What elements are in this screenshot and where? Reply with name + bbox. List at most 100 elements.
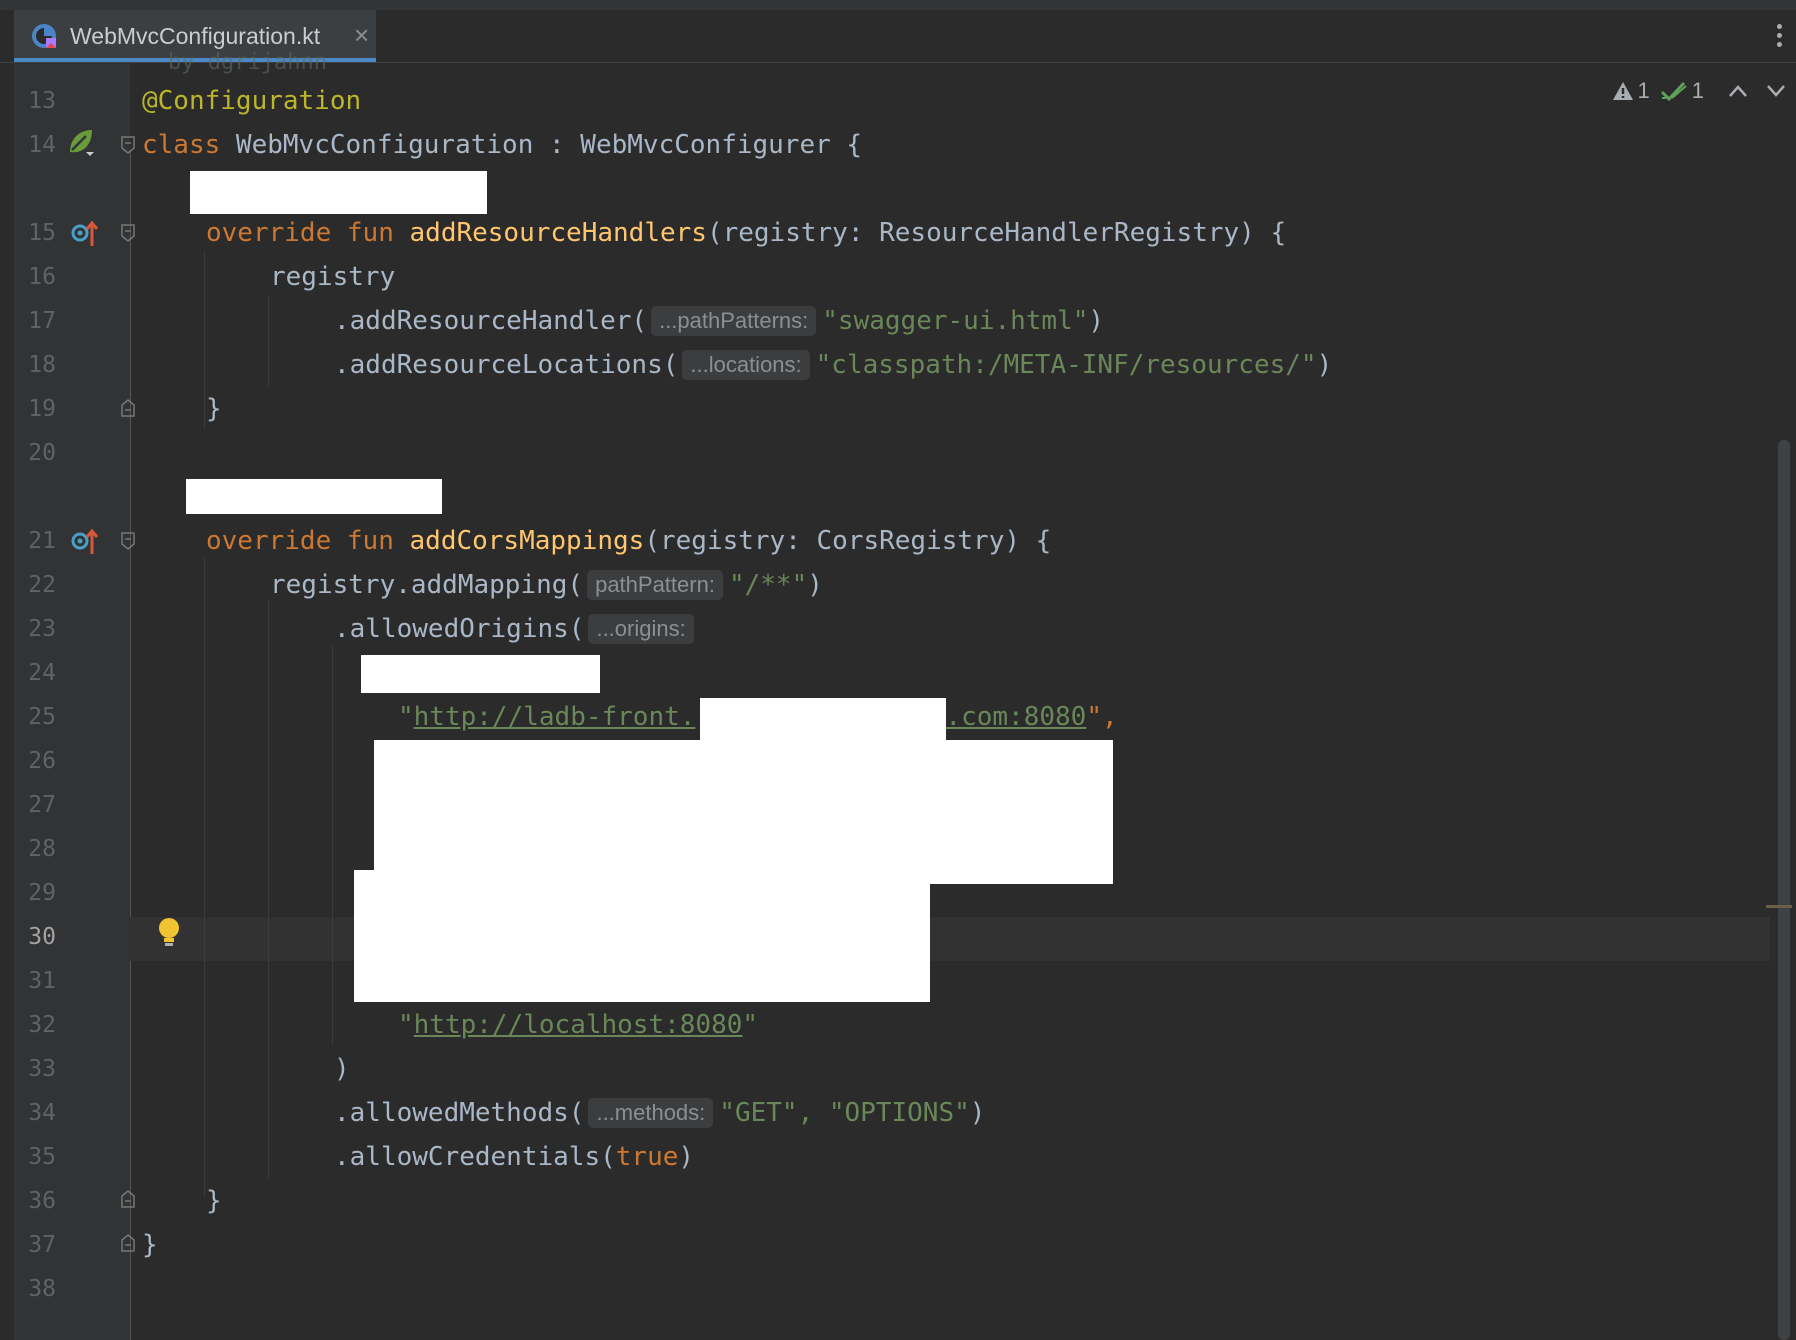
code-line-21[interactable]: override fun addCorsMappings(registry: C…: [206, 526, 1051, 556]
code-line-32[interactable]: "http://localhost:8080": [398, 1010, 758, 1040]
line-number[interactable]: 19: [14, 396, 56, 422]
string-end: ",: [1086, 702, 1118, 732]
partial-comment-line: by dgrijahnn: [168, 50, 327, 75]
line-number[interactable]: 34: [14, 1100, 56, 1126]
line-number[interactable]: 17: [14, 308, 56, 334]
line-number[interactable]: 33: [14, 1056, 56, 1082]
line-number[interactable]: 16: [14, 264, 56, 290]
fold-marker-icon[interactable]: [121, 224, 135, 242]
code-line-34[interactable]: .allowedMethods(...methods: "GET", "OPTIO…: [334, 1098, 985, 1128]
redacted-block: [190, 171, 487, 214]
url-link[interactable]: .com:8080: [945, 702, 1086, 732]
method-call: registry.addMapping(: [270, 570, 584, 600]
more-options-icon[interactable]: [1772, 22, 1786, 52]
function-name: addCorsMappings: [409, 526, 645, 556]
line-number[interactable]: 38: [14, 1276, 56, 1302]
left-strip: [0, 63, 14, 1340]
code-line-37[interactable]: }: [142, 1230, 158, 1260]
indent-guide: [268, 296, 269, 386]
line-number[interactable]: 30: [14, 924, 56, 950]
annotation: @Configuration: [142, 86, 362, 116]
line-number[interactable]: 20: [14, 440, 56, 466]
chevron-down-icon[interactable]: [1766, 78, 1786, 104]
line-number[interactable]: 36: [14, 1188, 56, 1214]
url-link[interactable]: http://ladb-front.: [414, 702, 696, 732]
keyword-fun: fun: [346, 526, 394, 556]
string-literal: "classpath:/META-INF/resources/": [815, 350, 1317, 380]
fold-end-icon[interactable]: [121, 1234, 135, 1252]
identifier: registry: [270, 262, 396, 292]
url-link[interactable]: http://localhost:8080: [414, 1010, 743, 1040]
fold-marker-icon[interactable]: [121, 532, 135, 550]
close-icon[interactable]: ×: [354, 20, 369, 51]
inspection-indicators: 1 1: [1612, 76, 1787, 106]
override-method-icon[interactable]: [70, 526, 100, 556]
line-number[interactable]: 23: [14, 616, 56, 642]
fold-marker-icon[interactable]: [121, 136, 135, 154]
line-number[interactable]: 15: [14, 220, 56, 246]
line-number[interactable]: 25: [14, 704, 56, 730]
warnings-indicator[interactable]: 1: [1612, 78, 1650, 104]
fold-end-icon[interactable]: [121, 1190, 135, 1208]
close-brace: }: [206, 1186, 222, 1216]
indent-guide: [204, 558, 205, 1198]
quote: ": [398, 1010, 414, 1040]
code-line-19[interactable]: }: [206, 394, 222, 424]
method-call: .addResourceHandler(: [334, 306, 648, 336]
method-call: .addResourceLocations(: [334, 350, 679, 380]
method-call: .allowCredentials(: [334, 1142, 616, 1172]
code-line-33[interactable]: ): [334, 1054, 350, 1084]
line-number[interactable]: 27: [14, 792, 56, 818]
keyword-override: override: [206, 526, 332, 556]
code-line-14[interactable]: class WebMvcConfiguration : WebMvcConfig…: [142, 130, 862, 160]
code-line-36[interactable]: }: [206, 1186, 222, 1216]
parameter-hint: ...origins:: [588, 614, 694, 644]
code-line-13[interactable]: @Configuration: [142, 86, 361, 116]
line-number[interactable]: 35: [14, 1144, 56, 1170]
scroll-position-marker: [1766, 905, 1792, 908]
kotlin-file-icon: [32, 24, 56, 48]
keyword-true: true: [615, 1142, 679, 1172]
checks-indicator[interactable]: 1: [1660, 78, 1704, 104]
close-paren: ): [678, 1142, 695, 1172]
line-number[interactable]: 31: [14, 968, 56, 994]
lightbulb-icon[interactable]: [156, 916, 182, 950]
line-number[interactable]: 21: [14, 528, 56, 554]
fold-guide: [130, 150, 131, 1340]
checks-count: 1: [1691, 78, 1704, 103]
code-line-35[interactable]: .allowCredentials(true): [334, 1142, 694, 1172]
function-params: (registry: ResourceHandlerRegistry) {: [706, 218, 1287, 248]
indent-guide: [204, 250, 205, 430]
double-check-icon: [1660, 81, 1687, 102]
redacted-block: [700, 698, 946, 740]
class-declaration: WebMvcConfiguration : WebMvcConfigurer {: [220, 130, 863, 160]
quote: ": [398, 702, 414, 732]
code-line-23[interactable]: .allowedOrigins(...origins:: [334, 614, 700, 644]
line-number[interactable]: 37: [14, 1232, 56, 1258]
code-line-17[interactable]: .addResourceHandler(...pathPatterns: "swa…: [334, 306, 1104, 336]
string-literal: "swagger-ui.html": [822, 306, 1089, 336]
line-number[interactable]: 24: [14, 660, 56, 686]
close-brace: }: [206, 394, 222, 424]
line-number[interactable]: 14: [14, 132, 56, 158]
fold-end-icon[interactable]: [121, 399, 135, 417]
code-line-22[interactable]: registry.addMapping(pathPattern: "/**"): [270, 570, 823, 600]
line-number[interactable]: 13: [14, 88, 56, 114]
override-method-icon[interactable]: [70, 218, 100, 248]
vertical-scrollbar[interactable]: [1778, 440, 1790, 1340]
code-line-16[interactable]: registry: [270, 262, 395, 292]
warning-icon: [1612, 82, 1633, 100]
line-number[interactable]: 32: [14, 1012, 56, 1038]
line-number[interactable]: 22: [14, 572, 56, 598]
close-paren: ): [334, 1054, 350, 1084]
code-line-15[interactable]: override fun addResourceHandlers(registr…: [206, 218, 1286, 248]
line-number[interactable]: 29: [14, 880, 56, 906]
line-number[interactable]: 28: [14, 836, 56, 862]
chevron-up-icon[interactable]: [1728, 78, 1748, 104]
code-line-18[interactable]: .addResourceLocations(...locations: "clas…: [334, 350, 1332, 380]
spring-bean-icon[interactable]: [64, 126, 96, 158]
line-number[interactable]: 26: [14, 748, 56, 774]
redacted-block: [361, 655, 600, 693]
parameter-hint: ...locations:: [682, 350, 810, 380]
line-number[interactable]: 18: [14, 352, 56, 378]
